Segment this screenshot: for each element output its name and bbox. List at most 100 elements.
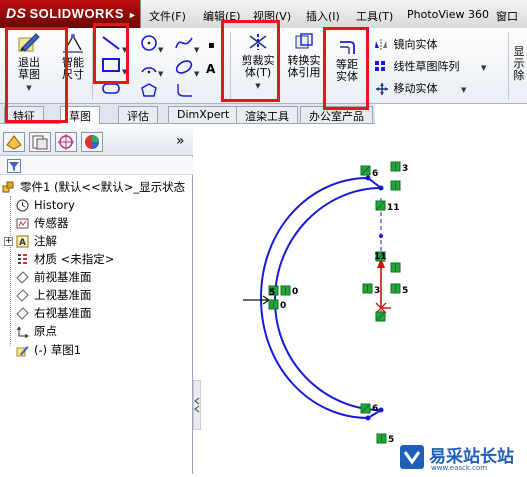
expand-toggle-icon[interactable]: + <box>4 237 13 246</box>
ellipse-icon <box>175 60 193 74</box>
spline-icon <box>175 37 193 49</box>
ellipse-tool-button[interactable]: ▼ <box>174 58 199 79</box>
front-plane-label: 前视基准面 <box>34 270 92 284</box>
tab-evaluate[interactable]: 评估 <box>118 106 158 123</box>
linear-pattern-button[interactable]: 线性草图阵列 ▼ <box>374 58 486 74</box>
relation-marker <box>390 161 401 172</box>
sketch-text-button[interactable]: A <box>206 62 215 76</box>
menu-bar: 文件(F) 编辑(E) 视图(V) 插入(I) 工具(T) PhotoView … <box>140 0 527 28</box>
menu-file[interactable]: 文件(F) <box>149 8 186 24</box>
relation-marker <box>390 283 401 294</box>
trim-dropdown-icon: ▼ <box>255 82 261 90</box>
menu-view[interactable]: 视图(V) <box>253 8 291 24</box>
endpoint <box>365 175 371 181</box>
sketch1-label: (-) 草图1 <box>34 343 82 357</box>
offset-entities-icon <box>340 41 355 54</box>
property-manager-tab-icon[interactable] <box>29 132 51 152</box>
exit-sketch-button[interactable]: 退出草图 ▼ <box>6 32 52 94</box>
relation-label: 6 <box>372 404 378 414</box>
convert-entities-icon <box>295 33 313 49</box>
relation-label: 5 <box>388 435 394 445</box>
relation-label: 0 <box>280 301 286 311</box>
relation-label: 6 <box>372 169 378 179</box>
material-icon <box>18 254 27 264</box>
configuration-manager-tab-icon[interactable] <box>55 132 77 152</box>
relation-marker <box>390 262 401 273</box>
filter-icon[interactable] <box>7 159 21 173</box>
display-manager-tab-icon[interactable] <box>81 132 103 152</box>
menu-window[interactable]: 窗口 <box>496 8 518 24</box>
slot-tool-button[interactable] <box>100 80 122 99</box>
exit-sketch-label: 退出草图 <box>18 56 40 81</box>
tab-sketch[interactable]: 草图 <box>60 106 100 124</box>
display-delete-relations-button[interactable]: 显示 除 <box>511 46 527 82</box>
sketch-canvas[interactable]: 6 3 11 11 3 5 5 0 0 6 5 <box>201 128 527 474</box>
tab-render-tools[interactable]: 渲染工具 <box>236 106 298 123</box>
mirror-icon <box>375 39 387 51</box>
feature-manager-tab-icon[interactable] <box>3 132 25 152</box>
tree-connector <box>10 196 11 346</box>
annotation-icon: A <box>16 235 29 248</box>
circle-tool-button[interactable]: ▼ <box>140 34 163 55</box>
offset-entities-label: 等距实体 <box>336 58 358 83</box>
sketch-fillet-icon <box>177 84 192 97</box>
circle-icon <box>141 35 157 51</box>
command-tabs: 特征 草图 评估 DimXpert 渲染工具 办公室产品 <box>0 104 375 124</box>
collapse-panel-icon <box>192 379 202 431</box>
offset-entities-button[interactable]: 等距实体 <box>330 36 364 83</box>
relation-label: 11 <box>387 203 400 213</box>
top-plane-label: 上视基准面 <box>34 288 92 302</box>
circle-dropdown-icon: ▼ <box>158 46 164 54</box>
trim-entities-button[interactable]: 剪裁实体(T) ▼ <box>234 32 282 92</box>
plane-icon <box>16 289 29 302</box>
relation-marker <box>376 433 387 444</box>
relation-marker <box>390 180 401 191</box>
fillet-tool-button[interactable] <box>176 82 194 101</box>
mirror-entities-label: 镜向实体 <box>393 38 438 51</box>
menu-photoview[interactable]: PhotoView 360 <box>407 8 489 21</box>
convert-entities-button[interactable]: 转换实体引用 <box>284 32 324 79</box>
svg-text:A: A <box>19 238 26 248</box>
relation-marker <box>375 311 386 322</box>
graphics-area[interactable]: 6 3 11 11 3 5 5 0 0 6 5 <box>201 128 527 474</box>
truncated-label-2: 除 <box>513 69 525 82</box>
expand-panel-icon[interactable]: » <box>176 133 185 149</box>
app-name: SOLIDWORKS <box>29 6 125 21</box>
point-icon: ▪ <box>208 40 215 51</box>
relation-marker <box>360 165 371 176</box>
point-tool-button[interactable]: ▪ <box>208 38 215 51</box>
smart-dimension-button[interactable]: 智能尺寸 <box>55 32 91 81</box>
truncated-label-1: 显示 <box>513 45 525 70</box>
origin-label: 原点 <box>34 324 57 338</box>
pattern-dropdown-icon: ▼ <box>481 64 487 72</box>
trim-icon <box>249 34 267 50</box>
line-tool-button[interactable]: ▼ <box>100 34 127 55</box>
move-dropdown-icon: ▼ <box>461 86 467 94</box>
arc-tool-button[interactable]: ▼ <box>140 58 163 79</box>
tab-features[interactable]: 特征 <box>4 106 44 123</box>
ellipse-dropdown-icon: ▼ <box>194 70 200 78</box>
tab-office-products[interactable]: 办公室产品 <box>300 106 373 123</box>
smart-dimension-label: 智能尺寸 <box>62 56 84 81</box>
sensor-icon <box>16 218 29 229</box>
annotations-label: 注解 <box>34 234 57 248</box>
menu-tools[interactable]: 工具(T) <box>356 8 393 24</box>
mirror-entities-button[interactable]: 镜向实体 <box>374 36 438 52</box>
menu-edit[interactable]: 编辑(E) <box>203 8 241 24</box>
relation-marker <box>360 403 371 414</box>
menu-insert[interactable]: 插入(I) <box>306 8 340 24</box>
arc-dropdown-icon: ▼ <box>158 70 164 78</box>
rectangle-tool-button[interactable]: ▼ <box>100 56 127 77</box>
move-entities-button[interactable]: 移动实体 ▼ <box>374 80 466 96</box>
rectangle-icon <box>102 58 120 72</box>
spline-tool-button[interactable]: ▼ <box>174 34 199 55</box>
solidworks-logo[interactable]: DS SOLIDWORKS ► <box>6 5 137 21</box>
relation-label: 3 <box>402 164 408 174</box>
polygon-tool-button[interactable] <box>140 82 158 101</box>
move-entities-label: 移动实体 <box>393 82 438 95</box>
left-pointer <box>243 295 271 305</box>
panel-splitter[interactable] <box>192 379 202 431</box>
tab-dimxpert[interactable]: DimXpert <box>168 106 239 123</box>
endpoint <box>378 185 384 191</box>
rectangle-dropdown-icon: ▼ <box>122 68 128 76</box>
